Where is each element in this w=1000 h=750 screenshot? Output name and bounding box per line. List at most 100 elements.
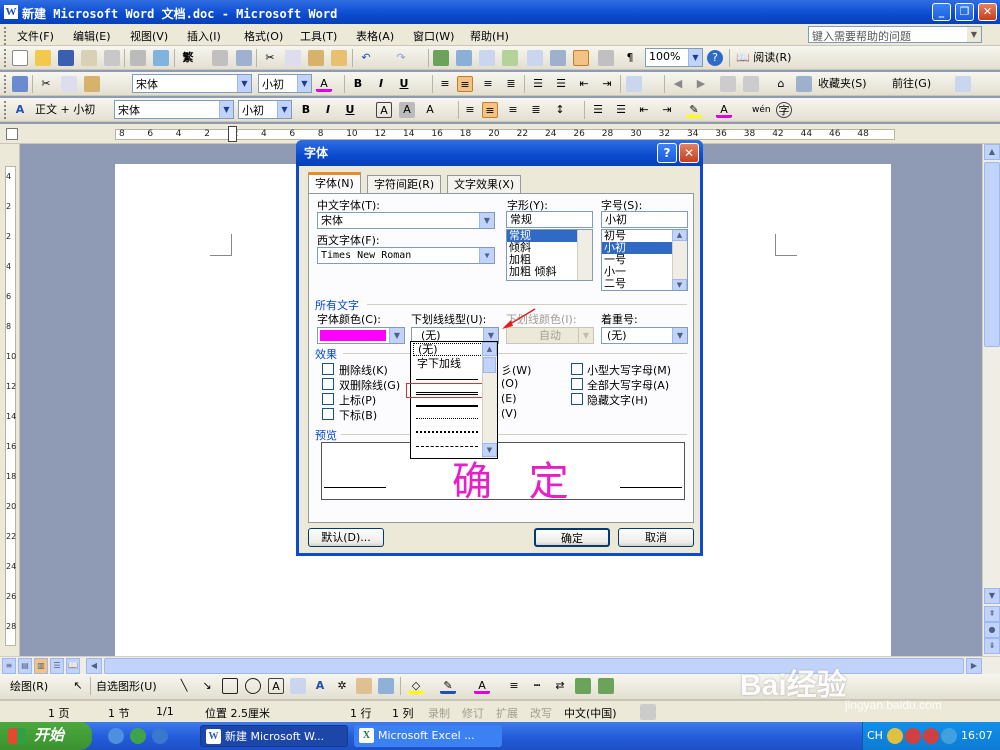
arrow-icon[interactable]: ↘ bbox=[199, 678, 215, 694]
scroll-down-icon[interactable]: ▼ bbox=[984, 588, 1000, 604]
tray-icon[interactable] bbox=[941, 728, 957, 744]
menu-tools[interactable]: 工具(T) bbox=[300, 28, 337, 44]
enclose-char-icon[interactable]: 字 bbox=[776, 102, 792, 118]
chevron-down-icon[interactable]: ▼ bbox=[277, 101, 291, 118]
refresh-icon[interactable] bbox=[743, 76, 759, 92]
font-name-select-2[interactable]: 宋体 ▼ bbox=[114, 100, 234, 119]
read-button[interactable]: 📖 阅读(R) bbox=[736, 49, 791, 67]
stop-icon[interactable] bbox=[720, 76, 736, 92]
default-button[interactable]: 默认(D)... bbox=[308, 528, 384, 547]
scroll-down-icon[interactable]: ▼ bbox=[482, 443, 497, 457]
paste-icon[interactable] bbox=[308, 50, 324, 66]
oval-icon[interactable] bbox=[245, 678, 261, 694]
tray-icon[interactable] bbox=[887, 728, 903, 744]
menu-view[interactable]: 视图(V) bbox=[130, 28, 168, 44]
tab-selector[interactable] bbox=[6, 128, 18, 140]
menu-window[interactable]: 窗口(W) bbox=[413, 28, 454, 44]
save-icon[interactable] bbox=[58, 50, 74, 66]
underline-option-thick-dotted[interactable] bbox=[416, 431, 478, 433]
toolbar-grip[interactable] bbox=[4, 75, 7, 93]
clock[interactable]: 16:07 bbox=[961, 729, 993, 742]
underline-button[interactable]: U bbox=[396, 76, 412, 92]
restore-button[interactable]: ❐ bbox=[955, 3, 974, 21]
taskbar-word[interactable]: W 新建 Microsoft W... bbox=[200, 725, 348, 747]
cut-icon[interactable]: ✂ bbox=[262, 50, 278, 66]
rectangle-icon[interactable] bbox=[222, 678, 238, 694]
horizontal-scrollbar[interactable]: ≡ ▤ ▥ ☰ 📖 ◀ ▶ bbox=[0, 656, 1000, 674]
justify-icon[interactable]: ≣ bbox=[503, 76, 519, 92]
clipart-icon[interactable] bbox=[356, 678, 372, 694]
menu-edit[interactable]: 编辑(E) bbox=[73, 28, 111, 44]
strikethrough-checkbox[interactable] bbox=[322, 363, 334, 375]
scroll-up-icon[interactable]: ▲ bbox=[984, 144, 1000, 160]
print-preview-icon[interactable] bbox=[130, 50, 146, 66]
minimize-button[interactable]: _ bbox=[932, 3, 951, 21]
help-search-input[interactable]: 键入需要帮助的问题 ▼ bbox=[808, 26, 982, 43]
ie-icon[interactable] bbox=[108, 728, 124, 744]
dialog-close-button[interactable]: ✕ bbox=[679, 143, 699, 163]
quicklaunch-icon[interactable] bbox=[130, 728, 146, 744]
char-shading-icon[interactable]: A bbox=[399, 102, 415, 118]
fill-color-icon[interactable]: ◇ bbox=[408, 678, 424, 694]
align-left-icon[interactable]: ≡ bbox=[437, 76, 453, 92]
format-painter-icon[interactable] bbox=[331, 50, 347, 66]
status-ext[interactable]: 扩展 bbox=[496, 705, 518, 721]
next-page-icon[interactable]: ⇟ bbox=[984, 638, 1000, 654]
insert-icon[interactable] bbox=[626, 76, 642, 92]
style-select[interactable]: 正文 + 小初 bbox=[32, 100, 112, 119]
style-list-scrollbar[interactable] bbox=[577, 230, 592, 280]
taskbar-excel[interactable]: X Microsoft Excel ... bbox=[354, 725, 502, 747]
redo-icon[interactable]: ↷ bbox=[393, 50, 409, 66]
numbering-icon-2[interactable]: ☰ bbox=[590, 102, 606, 118]
dropdown-scroll-thumb[interactable] bbox=[483, 357, 496, 373]
underline-option-thick[interactable] bbox=[416, 405, 478, 407]
scroll-down-icon[interactable]: ▼ bbox=[672, 279, 687, 290]
underline-dropdown-list[interactable]: (无) 字下加线 ▲ ▼ bbox=[406, 341, 498, 459]
search-web-icon[interactable] bbox=[796, 76, 812, 92]
font-color-icon[interactable]: A bbox=[316, 76, 332, 92]
insert-excel-icon[interactable] bbox=[502, 50, 518, 66]
diagram-icon[interactable]: ✲ bbox=[334, 678, 350, 694]
tab-character-spacing[interactable]: 字符间距(R) bbox=[367, 175, 442, 194]
research-icon[interactable] bbox=[236, 50, 252, 66]
copy-icon[interactable] bbox=[61, 76, 77, 92]
spelling-status-icon[interactable] bbox=[640, 704, 656, 720]
size-list[interactable]: 初号 小初 一号 小一 二号 ▲ ▼ bbox=[601, 229, 688, 291]
traditional-chinese-icon[interactable]: 繁 bbox=[180, 50, 196, 66]
tab-text-effects[interactable]: 文字效果(X) bbox=[447, 175, 522, 194]
back-icon[interactable]: ◀ bbox=[670, 76, 686, 92]
underline-button-2[interactable]: U bbox=[342, 102, 358, 118]
show-hide-icon[interactable] bbox=[598, 50, 614, 66]
italic-button-2[interactable]: I bbox=[320, 102, 336, 118]
subscript-checkbox[interactable] bbox=[322, 408, 334, 420]
select-objects-icon[interactable]: ↖ bbox=[70, 678, 86, 694]
status-trk[interactable]: 修订 bbox=[462, 705, 484, 721]
scroll-up-icon[interactable]: ▲ bbox=[482, 342, 497, 356]
picture-icon[interactable] bbox=[378, 678, 394, 694]
size-input[interactable]: 小初 bbox=[601, 211, 688, 228]
insert-table-icon[interactable] bbox=[479, 50, 495, 66]
line-style-icon[interactable]: ≡ bbox=[506, 678, 522, 694]
dash-style-icon[interactable]: ┅ bbox=[529, 678, 545, 694]
scroll-right-icon[interactable]: ▶ bbox=[966, 658, 982, 674]
tray-language[interactable]: CH bbox=[867, 729, 883, 742]
document-map-icon[interactable] bbox=[573, 50, 589, 66]
forward-icon[interactable]: ▶ bbox=[693, 76, 709, 92]
show-only-web-toolbar-icon[interactable] bbox=[955, 76, 971, 92]
zoom-select[interactable]: 100% ▼ bbox=[645, 48, 703, 67]
small-caps-checkbox[interactable] bbox=[571, 363, 583, 375]
home-icon[interactable]: ⌂ bbox=[773, 76, 789, 92]
font-color-icon-2[interactable]: A bbox=[716, 102, 732, 118]
wordart-icon[interactable]: A bbox=[312, 678, 328, 694]
favorites-menu[interactable]: 收藏夹(S) bbox=[818, 75, 867, 93]
save-icon[interactable] bbox=[12, 76, 28, 92]
line-spacing-icon[interactable]: ↕ bbox=[552, 102, 568, 118]
font-size-select-2[interactable]: 小初 ▼ bbox=[238, 100, 292, 119]
help-button[interactable]: ? bbox=[657, 143, 677, 163]
status-ovr[interactable]: 改写 bbox=[530, 705, 552, 721]
underline-option-words[interactable]: 字下加线 bbox=[417, 358, 461, 370]
increase-indent-icon[interactable]: ⇥ bbox=[599, 76, 615, 92]
drawing-icon[interactable] bbox=[550, 50, 566, 66]
cn-font-select[interactable]: 宋体 ▼ bbox=[317, 212, 495, 229]
dropdown-scrollbar[interactable]: ▲ ▼ bbox=[482, 342, 497, 458]
